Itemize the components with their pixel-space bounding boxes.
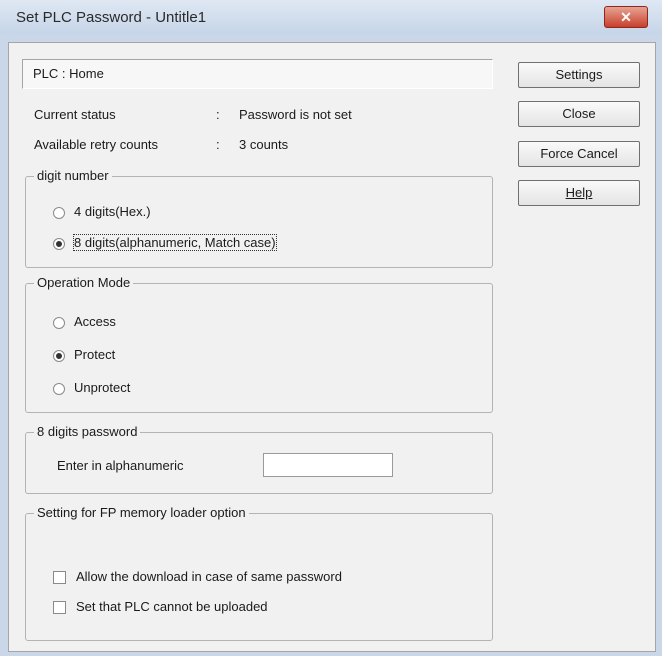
title-bar[interactable]: Set PLC Password - Untitle1 ✕	[0, 0, 662, 34]
window-title: Set PLC Password - Untitle1	[16, 9, 207, 26]
current-status-label: Current status	[34, 107, 116, 122]
radio-protect-label[interactable]: Protect	[74, 347, 115, 362]
allow-download-label[interactable]: Allow the download in case of same passw…	[76, 569, 342, 584]
radio-access-label[interactable]: Access	[74, 314, 116, 329]
radio-unprotect[interactable]	[53, 383, 65, 395]
retry-counts-separator: :	[216, 137, 220, 152]
digit-number-group: digit number 4 digits(Hex.) 8 digits(alp…	[25, 168, 493, 268]
radio-protect[interactable]	[53, 350, 65, 362]
force-cancel-button[interactable]: Force Cancel	[518, 141, 640, 167]
radio-8-digits[interactable]	[53, 238, 65, 250]
current-status-separator: :	[216, 107, 220, 122]
radio-4-digits-label[interactable]: 4 digits(Hex.)	[74, 204, 151, 219]
retry-counts-label: Available retry counts	[34, 137, 159, 152]
settings-button[interactable]: Settings	[518, 62, 640, 88]
enter-alphanumeric-label: Enter in alphanumeric	[57, 458, 184, 473]
radio-access[interactable]	[53, 317, 65, 329]
close-button[interactable]: Close	[518, 101, 640, 127]
cannot-upload-checkbox[interactable]	[53, 601, 66, 614]
password-legend: 8 digits password	[34, 424, 141, 439]
radio-8-digits-label[interactable]: 8 digits(alphanumeric, Match case)	[73, 234, 277, 251]
close-icon: ✕	[620, 9, 632, 25]
password-input[interactable]	[263, 453, 393, 477]
allow-download-checkbox[interactable]	[53, 571, 66, 584]
help-button[interactable]: Help	[518, 180, 640, 206]
password-group: 8 digits password Enter in alphanumeric	[25, 424, 493, 494]
retry-counts-value: 3 counts	[239, 137, 289, 152]
current-status-value: Password is not set	[239, 107, 352, 122]
digit-number-legend: digit number	[34, 168, 112, 183]
plc-label: PLC : Home	[33, 66, 104, 81]
plc-info-box: PLC : Home	[22, 59, 493, 89]
radio-unprotect-label[interactable]: Unprotect	[74, 380, 130, 395]
operation-mode-legend: Operation Mode	[34, 275, 134, 290]
cannot-upload-label[interactable]: Set that PLC cannot be uploaded	[76, 599, 268, 614]
operation-mode-group: Operation Mode Access Protect Unprotect	[25, 275, 493, 413]
close-window-button[interactable]: ✕	[604, 6, 648, 28]
radio-4-digits[interactable]	[53, 207, 65, 219]
fp-memory-loader-group: Setting for FP memory loader option Allo…	[25, 505, 493, 641]
set-plc-password-dialog: Set PLC Password - Untitle1 ✕ PLC : Home…	[0, 0, 662, 656]
fp-memory-loader-legend: Setting for FP memory loader option	[34, 505, 249, 520]
